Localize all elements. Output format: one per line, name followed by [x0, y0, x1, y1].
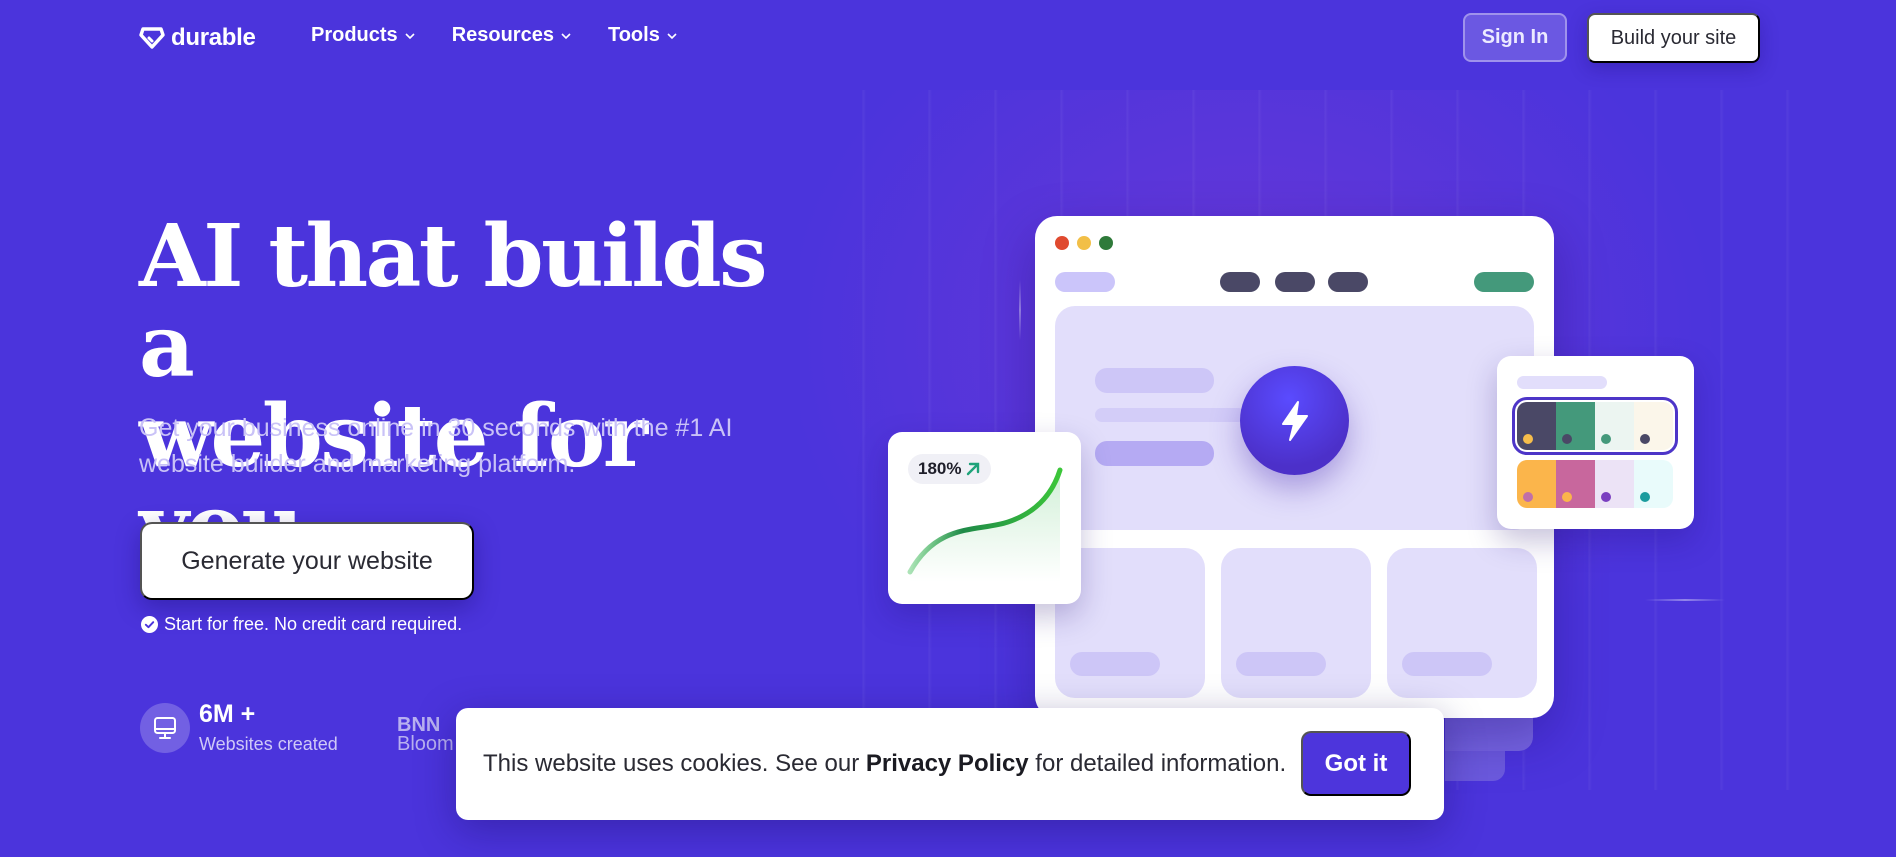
- palette-swatch: [1595, 402, 1634, 450]
- mockup-stack-layer: [1445, 716, 1533, 751]
- logo-text: durable: [171, 24, 256, 51]
- top-navigation: durable Products Resources Tools Sign In…: [0, 0, 1896, 76]
- mockup-card-label-placeholder: [1236, 652, 1326, 676]
- free-note-text: Start for free. No credit card required.: [164, 614, 463, 634]
- mockup-nav-link-placeholder: [1275, 272, 1315, 292]
- mockup-nav-link-placeholder: [1328, 272, 1368, 292]
- main-menu: Products Resources Tools: [311, 24, 678, 47]
- palette-swatch: [1556, 460, 1595, 508]
- nav-item-products[interactable]: Products: [311, 24, 416, 47]
- mockup-card-label-placeholder: [1070, 652, 1160, 676]
- mockup-card-label-placeholder: [1402, 652, 1492, 676]
- websites-stat-icon-badge: [140, 703, 190, 753]
- palette-swatch: [1517, 402, 1556, 450]
- websites-created-count: 6M +: [199, 700, 256, 728]
- chevron-down-icon: [405, 32, 415, 39]
- palette-swatch: [1556, 402, 1595, 450]
- nav-item-label: Tools: [607, 24, 660, 46]
- palette-swatch-dot: [1640, 434, 1650, 444]
- mockup-nav-link-placeholder: [1220, 272, 1260, 292]
- window-minimize-dot: [1077, 236, 1091, 250]
- mockup-button-placeholder: [1095, 441, 1214, 466]
- palette-title-placeholder: [1517, 376, 1607, 389]
- color-palette-option-selected[interactable]: [1512, 397, 1678, 455]
- privacy-policy-link[interactable]: Privacy Policy: [866, 750, 1029, 777]
- lightning-bolt-icon: [1281, 400, 1308, 441]
- color-palette-option[interactable]: [1517, 460, 1673, 508]
- hero-subtitle: Get your business online in 30 seconds w…: [139, 414, 733, 478]
- palette-swatch-dot: [1562, 434, 1572, 444]
- press-logo-line-2: Bloom: [397, 733, 454, 755]
- mockup-text-placeholder: [1095, 408, 1245, 422]
- bnn-bloomberg-logo: BNN Bloom: [397, 715, 454, 755]
- palette-swatch: [1634, 460, 1673, 508]
- palette-swatch-dot: [1640, 492, 1650, 502]
- window-maximize-dot: [1099, 236, 1113, 250]
- ai-generate-badge: [1240, 366, 1349, 475]
- check-circle-icon: [141, 616, 158, 633]
- durable-logo[interactable]: durable: [139, 24, 256, 52]
- cookie-message: This website uses cookies. See our Priva…: [483, 750, 1286, 778]
- generate-website-button[interactable]: Generate your website: [140, 522, 474, 600]
- window-close-dot: [1055, 236, 1069, 250]
- websites-created-label: Websites created: [199, 734, 338, 754]
- nav-item-label: Resources: [451, 24, 554, 46]
- decorative-light-line: [1645, 599, 1725, 601]
- palette-swatch: [1634, 402, 1673, 450]
- mockup-logo-placeholder: [1055, 272, 1115, 292]
- mockup-text-placeholder: [1095, 368, 1214, 393]
- nav-item-tools[interactable]: Tools: [608, 24, 678, 47]
- mockup-stack-layer: [1445, 751, 1505, 781]
- mockup-card: [1221, 548, 1371, 698]
- durable-diamond-icon: [139, 27, 165, 49]
- decorative-light-line: [1019, 280, 1021, 340]
- sign-in-button[interactable]: Sign In: [1463, 13, 1567, 62]
- growth-curve-chart: [907, 467, 1063, 582]
- cookie-text-before: This website uses cookies. See our: [483, 750, 866, 777]
- build-your-site-button[interactable]: Build your site: [1587, 13, 1760, 63]
- chevron-down-icon: [667, 32, 677, 39]
- palette-swatch-dot: [1601, 492, 1611, 502]
- growth-stat-card: 180%: [888, 432, 1081, 604]
- mockup-card: [1387, 548, 1537, 698]
- palette-swatch-dot: [1523, 434, 1533, 444]
- hero-headline: AI that builds a website for you.: [139, 212, 839, 572]
- palette-swatch: [1595, 460, 1634, 508]
- mockup-cta-placeholder: [1474, 272, 1534, 292]
- cookie-consent-banner: This website uses cookies. See our Priva…: [456, 708, 1444, 820]
- got-it-button[interactable]: Got it: [1301, 731, 1411, 796]
- nav-item-label: Products: [311, 24, 398, 46]
- palette-swatch: [1517, 460, 1556, 508]
- free-note: Start for free. No credit card required.: [141, 614, 462, 635]
- monitor-icon: [154, 717, 176, 739]
- cookie-text-after: for detailed information.: [1028, 750, 1287, 777]
- color-palette-card: [1497, 356, 1694, 529]
- nav-item-resources[interactable]: Resources: [452, 24, 572, 47]
- palette-swatch-dot: [1523, 492, 1533, 502]
- chevron-down-icon: [561, 32, 571, 39]
- palette-swatch-dot: [1562, 492, 1572, 502]
- palette-swatch-dot: [1601, 434, 1611, 444]
- headline-line-1: AI that builds a: [139, 206, 768, 397]
